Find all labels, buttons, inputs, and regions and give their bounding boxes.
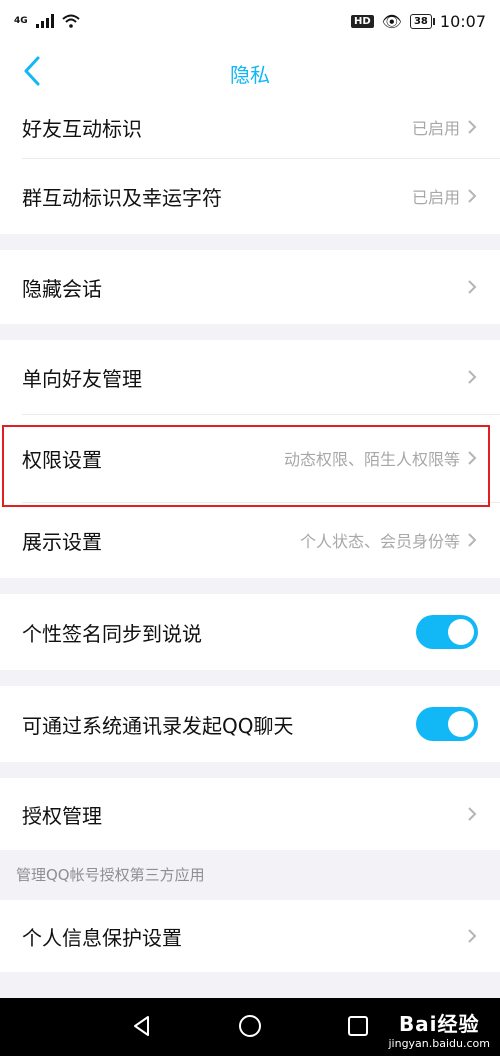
chevron-right-icon [468,807,477,821]
status-bar: 4G HD 👁 38 10:07 [0,0,500,42]
row-label: 可通过系统通讯录发起QQ聊天 [22,713,294,738]
row-label: 授权管理 [22,803,102,828]
nav-bar: 隐私 [0,42,500,100]
page-title: 隐私 [230,63,270,87]
group-personal-info: 个人信息保护设置 [0,900,500,972]
section-gap [0,578,500,594]
row-signature-sync: 个性签名同步到说说 [0,594,500,670]
row-value: 个人状态、会员身份等 [299,532,460,551]
chevron-right-icon [468,189,477,203]
status-left: 4G [14,14,80,28]
nav-home-icon[interactable] [238,1014,262,1038]
system-nav-bar: Bai经验 jingyan.baidu.com [0,998,500,1056]
group-signature: 个性签名同步到说说 [0,594,500,670]
group-hidden-chat: 隐藏会话 [0,250,500,324]
section-gap [0,762,500,778]
battery-icon: 38 [409,13,435,29]
row-group-interaction[interactable]: 群互动标识及幸运字符 已启用 [0,158,500,234]
row-label: 个人信息保护设置 [22,925,182,950]
row-oneway-friends[interactable]: 单向好友管理 [0,340,500,414]
contacts-qq-toggle[interactable] [416,707,478,741]
row-permission-settings[interactable]: 权限设置 动态权限、陌生人权限等 [0,414,500,502]
section-gap [0,324,500,340]
status-right: HD 👁 38 10:07 [350,11,486,31]
signal-icon [35,14,54,28]
row-friend-interaction[interactable]: 好友互动标识 已启用 [0,96,500,158]
row-value: 已启用 [411,188,460,207]
row-auth-management[interactable]: 授权管理 [0,778,500,850]
nav-back-icon[interactable] [130,1014,154,1038]
chevron-right-icon [468,280,477,294]
row-contacts-qq: 可通过系统通讯录发起QQ聊天 [0,686,500,762]
row-label: 权限设置 [22,447,102,472]
row-display-settings[interactable]: 展示设置 个人状态、会员身份等 [0,502,500,578]
nav-recent-icon[interactable] [346,1014,370,1038]
settings-list: 好友互动标识 已启用 群互动标识及幸运字符 已启用 隐藏会话 单向好友管理 权限… [0,96,500,972]
row-label: 群互动标识及幸运字符 [22,185,222,210]
signature-sync-toggle[interactable] [416,615,478,649]
row-value: 动态权限、陌生人权限等 [283,450,460,469]
chevron-right-icon [468,370,477,384]
watermark-brand: Bai经验 [398,1012,480,1036]
row-label: 展示设置 [22,529,102,554]
row-hidden-chat[interactable]: 隐藏会话 [0,250,500,324]
group-interaction: 好友互动标识 已启用 群互动标识及幸运字符 已启用 [0,96,500,234]
row-label: 隐藏会话 [22,276,102,301]
watermark: Bai经验 jingyan.baidu.com [388,1008,490,1050]
eye-icon: 👁 [381,11,402,31]
wifi-icon [61,14,80,28]
row-label: 单向好友管理 [22,366,142,391]
clock: 10:07 [439,11,486,31]
section-gap [0,234,500,250]
row-label: 个性签名同步到说说 [22,621,202,646]
network-type: 4G [14,15,28,26]
chevron-right-icon [468,533,477,547]
group-privacy: 单向好友管理 权限设置 动态权限、陌生人权限等 展示设置 个人状态、会员身份等 [0,340,500,578]
auth-footnote: 管理QQ帐号授权第三方应用 [0,850,500,900]
chevron-right-icon [468,451,477,465]
group-contacts: 可通过系统通讯录发起QQ聊天 [0,686,500,762]
watermark-url: jingyan.baidu.com [388,1037,490,1050]
row-value: 已启用 [411,119,460,138]
chevron-right-icon [468,120,477,134]
hd-badge: HD [350,14,374,28]
row-personal-info[interactable]: 个人信息保护设置 [0,900,500,972]
chevron-right-icon [468,929,477,943]
section-gap [0,670,500,686]
row-label: 好友互动标识 [22,116,142,141]
group-auth: 授权管理 [0,778,500,850]
